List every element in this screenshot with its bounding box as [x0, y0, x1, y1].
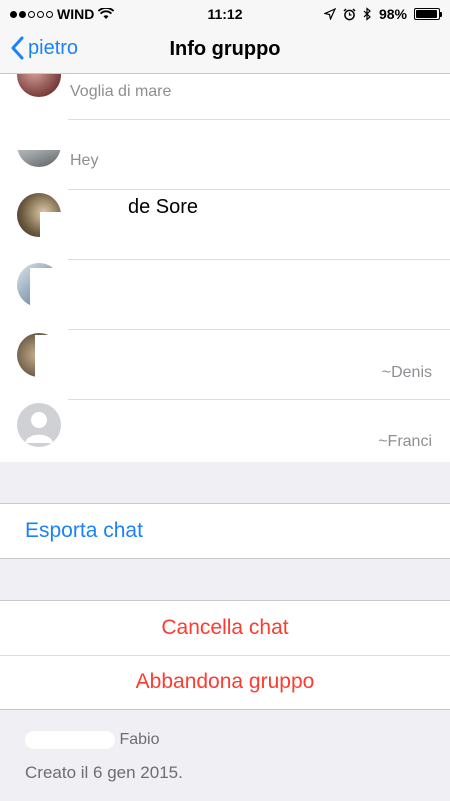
participant-nickname: ~Denis — [381, 364, 432, 381]
delete-chat-button[interactable]: Cancella chat — [0, 601, 450, 655]
participant-row[interactable]: ~Denis — [0, 330, 450, 400]
participant-row[interactable]: de Sore — [0, 190, 450, 260]
participant-status: Hey — [70, 152, 99, 169]
status-left: WIND — [10, 6, 180, 22]
navigation-bar: pietro Info gruppo — [0, 28, 450, 74]
participant-nickname: ~Franci — [378, 433, 432, 450]
default-avatar-icon — [17, 403, 61, 447]
creator-name: Fabio — [119, 731, 160, 749]
leave-group-button[interactable]: Abbandona gruppo — [0, 655, 450, 709]
redaction-mask — [30, 268, 130, 323]
participant-name: de Sore — [128, 196, 199, 218]
participant-row[interactable] — [0, 260, 450, 330]
status-time: 11:12 — [207, 6, 243, 22]
signal-strength-icon — [10, 10, 53, 18]
export-section: Esporta chat — [0, 503, 450, 559]
redaction-mask — [0, 120, 80, 150]
alarm-icon — [343, 7, 356, 20]
avatar — [17, 74, 61, 97]
wifi-icon — [98, 8, 115, 19]
status-bar: WIND 11:12 98% — [0, 0, 450, 28]
participant-row[interactable]: Hey — [0, 120, 450, 190]
location-arrow-icon — [323, 8, 336, 20]
group-created-date: Creato il 6 gen 2015. — [25, 763, 183, 782]
redaction-mask — [25, 731, 115, 749]
export-chat-button[interactable]: Esporta chat — [0, 504, 450, 558]
participants-list: Amministratore gruppo Voglia di mare Hey… — [0, 74, 450, 462]
participant-row[interactable]: Amministratore gruppo Voglia di mare — [0, 74, 450, 120]
participant-status: Voglia di mare — [70, 83, 172, 100]
destructive-section: Cancella chat Abbandona gruppo — [0, 600, 450, 710]
carrier-name: WIND — [57, 6, 95, 22]
battery-percent: 98% — [378, 6, 407, 22]
redaction-mask — [40, 212, 120, 252]
page-title: Info gruppo — [169, 38, 281, 60]
bluetooth-icon — [363, 7, 371, 21]
status-right: 98% — [270, 6, 442, 22]
group-creator: Fabio — [25, 731, 159, 749]
redaction-mask — [35, 335, 110, 395]
participant-row[interactable]: ~Franci — [0, 400, 450, 462]
battery-icon — [414, 8, 442, 20]
